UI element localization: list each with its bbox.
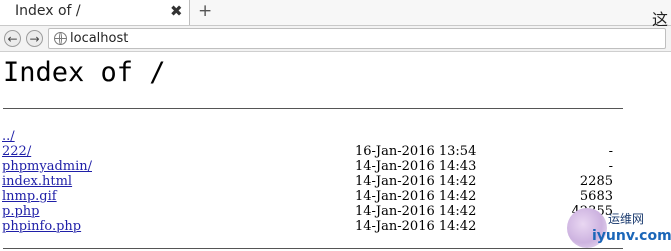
list-item: index.html 14-Jan-2016 14:42 2285 [2,174,622,189]
list-item: p.php 14-Jan-2016 14:42 42355 [2,204,622,219]
watermark-text: 运维网 [608,212,645,226]
list-item: phpmyadmin/ 14-Jan-2016 14:43 - [2,159,622,174]
watermark-domain: iyunv.com [592,228,671,244]
file-link[interactable]: lnmp.gif [2,189,57,204]
file-size: 2285 [579,174,613,189]
file-link[interactable]: 222/ [2,144,31,159]
file-link[interactable]: index.html [2,174,72,189]
list-item: 222/ 16-Jan-2016 13:54 - [2,144,622,159]
page-title: Index of / [3,57,166,88]
browser-tab[interactable]: Index of / ✖ [0,0,190,25]
list-item: ../ [2,129,622,144]
file-date: 14-Jan-2016 14:42 [355,174,477,189]
tab-bar: Index of / ✖ + 这 [0,0,671,29]
close-tab-icon[interactable]: ✖ [170,2,183,20]
address-text[interactable]: localhost [70,31,128,46]
file-link[interactable]: ../ [2,129,15,144]
file-date: 14-Jan-2016 14:43 [355,159,477,174]
file-size: 5683 [579,189,613,204]
file-date: 14-Jan-2016 14:42 [355,219,477,234]
file-link[interactable]: p.php [2,204,39,219]
top-divider [3,108,623,109]
globe-icon [54,32,67,45]
file-date: 14-Jan-2016 14:42 [355,189,477,204]
address-bar[interactable]: localhost [48,28,666,49]
bottom-divider [3,248,623,249]
back-button[interactable]: ← [4,30,21,47]
list-item: lnmp.gif 14-Jan-2016 14:42 5683 [2,189,622,204]
file-date: 16-Jan-2016 13:54 [355,144,477,159]
navigation-bar: ← → localhost [0,26,671,52]
forward-button[interactable]: → [26,30,43,47]
file-link[interactable]: phpinfo.php [2,219,81,234]
file-date: 14-Jan-2016 14:42 [355,204,477,219]
tab-title: Index of / [15,3,81,19]
new-tab-icon[interactable]: + [198,1,212,21]
file-size: - [608,144,613,159]
file-size: - [608,159,613,174]
list-item: phpinfo.php 14-Jan-2016 14:42 [2,219,622,234]
file-link[interactable]: phpmyadmin/ [2,159,92,174]
